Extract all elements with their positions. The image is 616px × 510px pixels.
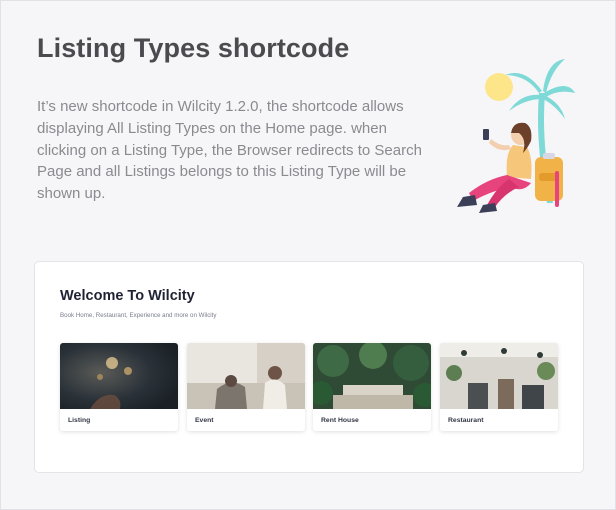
listing-type-card-rent-house[interactable]: Rent House	[313, 343, 431, 431]
preview-panel: Welcome To Wilcity Book Home, Restaurant…	[34, 261, 584, 473]
card-label: Listing	[68, 417, 91, 424]
card-label: Event	[195, 417, 214, 424]
rent-house-card-image	[313, 343, 431, 409]
listing-type-card-event[interactable]: Event	[187, 343, 305, 431]
preview-title: Welcome To Wilcity	[60, 288, 195, 304]
listing-type-card-restaurant[interactable]: Restaurant	[440, 343, 558, 431]
card-label: Rent House	[321, 417, 359, 424]
feature-section: Listing Types shortcode It’s new shortco…	[0, 0, 616, 510]
restaurant-card-image	[440, 343, 558, 409]
card-label: Restaurant	[448, 417, 484, 424]
feature-description: It’s new shortcode in Wilcity 1.2.0, the…	[37, 98, 422, 203]
listing-type-card-listing[interactable]: Listing	[60, 343, 178, 431]
page-title: Listing Types shortcode	[37, 33, 350, 63]
event-card-image	[187, 343, 305, 409]
listing-type-cards: Listing Event Rent House Restaurant	[60, 343, 560, 433]
beach-traveler-illustration	[447, 53, 577, 215]
sun-icon	[485, 73, 513, 101]
listing-card-image	[60, 343, 178, 409]
preview-subtitle: Book Home, Restaurant, Experience and mo…	[60, 312, 217, 319]
